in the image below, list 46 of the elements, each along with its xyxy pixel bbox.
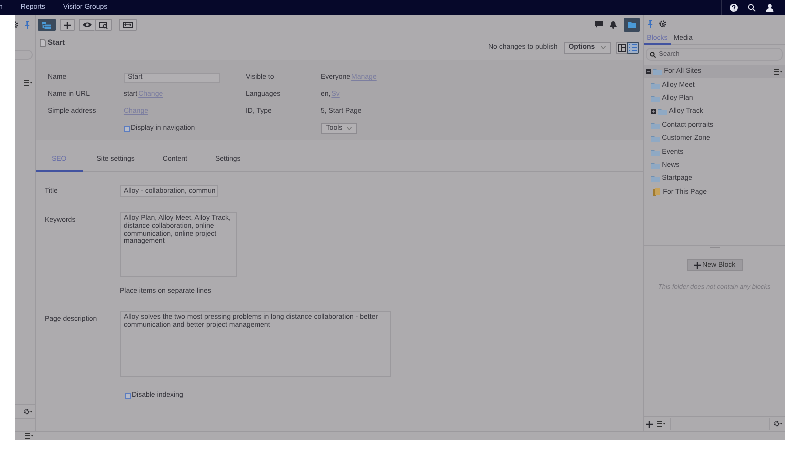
compare-button[interactable] [118,19,137,31]
menu-icon[interactable] [657,421,666,427]
help-icon[interactable] [730,4,738,12]
add-button[interactable] [60,19,75,31]
folder-icon [653,68,662,76]
device-preview-button[interactable] [94,19,112,31]
folder-icon [653,188,662,196]
tree-icon [42,22,52,28]
bell-icon[interactable] [610,21,618,29]
view-mode-button[interactable] [627,42,640,54]
folder-icon [651,175,660,182]
user-icon[interactable] [766,4,774,12]
folder-icon [651,122,660,129]
settings-icon[interactable] [774,421,783,427]
compare-icon [122,22,133,28]
search-icon[interactable] [748,4,756,12]
menu-icon[interactable] [25,433,34,439]
view-mode-button[interactable] [616,42,628,54]
page-icon [40,38,46,46]
assets-toggle-button[interactable] [624,18,640,32]
settings-icon[interactable] [659,20,668,28]
comment-icon[interactable] [595,21,604,29]
folder-icon [651,82,660,89]
search-icon [650,52,656,58]
list-icon [629,44,638,51]
menu-icon[interactable] [774,69,783,75]
folder-icon [628,22,636,28]
plus-icon [64,22,71,28]
folder-icon [651,148,660,156]
collapse-icon[interactable] [646,69,652,74]
plus-icon [694,262,701,268]
folder-icon [658,108,668,116]
add-icon [646,420,654,428]
menu-icon[interactable] [24,80,33,86]
folder-icon [651,162,660,169]
folder-icon [651,135,660,142]
folder-icon [651,94,660,102]
preview-button[interactable] [78,19,95,31]
tree-toggle-button[interactable] [38,19,56,31]
caret-icon [601,46,606,49]
expand-icon[interactable] [651,109,656,114]
columns-icon [618,44,626,52]
caret-icon [346,127,352,130]
settings-icon[interactable] [24,408,33,414]
screen-icon [98,22,108,28]
eye-icon [82,22,92,28]
